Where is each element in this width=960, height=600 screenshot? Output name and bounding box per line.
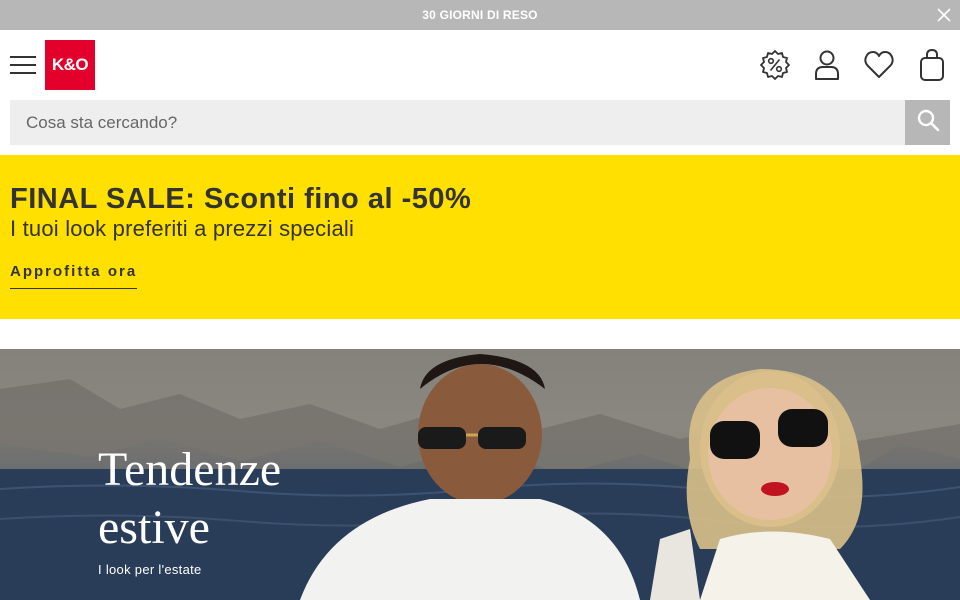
promo-banner[interactable]: FINAL SALE: Sconti fino al -50% I tuoi l…: [0, 155, 960, 319]
hero-title-line1: Tendenze: [98, 443, 282, 496]
promo-title: FINAL SALE: Sconti fino al -50%: [10, 183, 472, 215]
menu-icon[interactable]: [10, 56, 36, 74]
logo-text: K&O: [51, 55, 89, 74]
hero-title: Tendenze estive: [98, 441, 281, 557]
bag-icon[interactable]: [916, 48, 948, 82]
logo[interactable]: K&O: [45, 40, 95, 90]
promo-subtitle: I tuoi look preferiti a prezzi speciali: [10, 216, 355, 241]
heart-icon[interactable]: [863, 48, 895, 82]
hero-title-line2: estive: [98, 501, 210, 554]
discount-icon[interactable]: [759, 48, 791, 82]
announcement-text: 30 GIORNI DI RESO: [422, 8, 538, 22]
user-icon[interactable]: [811, 48, 843, 82]
site-header: K&O: [0, 30, 960, 100]
search-button[interactable]: [905, 100, 950, 145]
announcement-bar: 30 GIORNI DI RESO: [0, 0, 960, 30]
promo-cta-link[interactable]: Approfitta ora: [10, 263, 138, 289]
search-input[interactable]: [10, 100, 890, 145]
close-icon[interactable]: [936, 7, 952, 23]
hero-subtitle: I look per l'estate: [98, 562, 202, 577]
search-bar: [10, 100, 950, 145]
hero-banner[interactable]: Tendenze estive I look per l'estate: [0, 349, 960, 600]
search-icon: [916, 108, 940, 137]
